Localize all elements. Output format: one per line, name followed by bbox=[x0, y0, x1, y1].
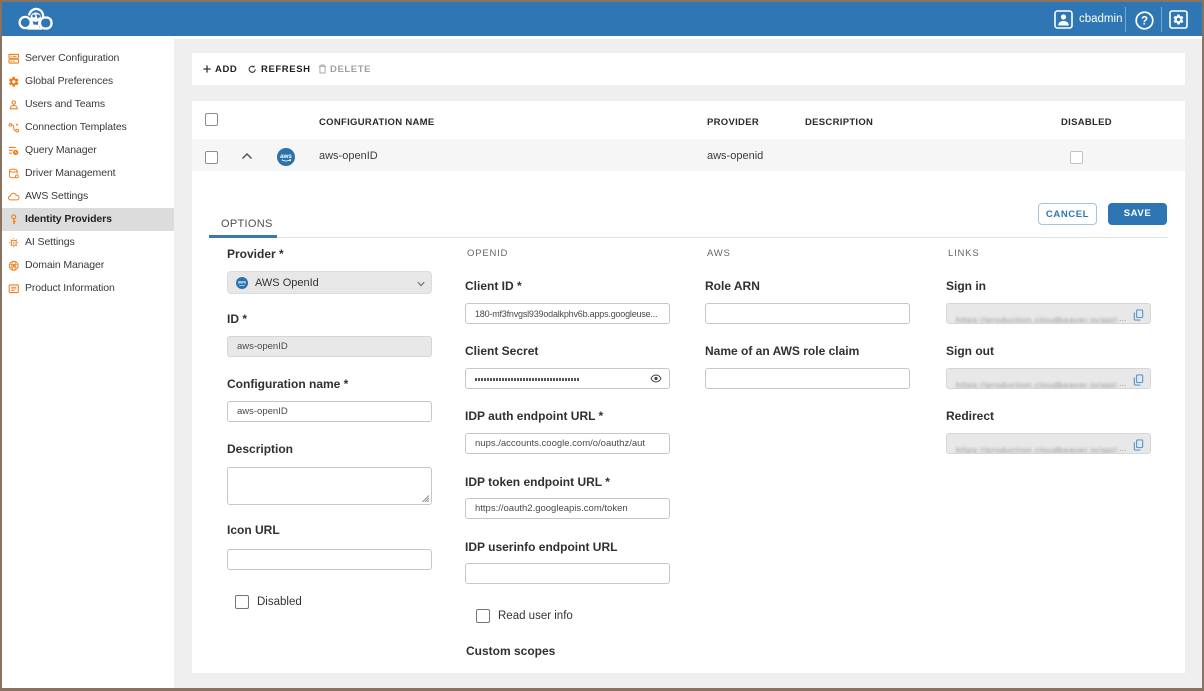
svg-text:?: ? bbox=[1141, 16, 1148, 28]
svg-text:aws: aws bbox=[280, 153, 292, 160]
svg-text:aws: aws bbox=[238, 280, 247, 285]
